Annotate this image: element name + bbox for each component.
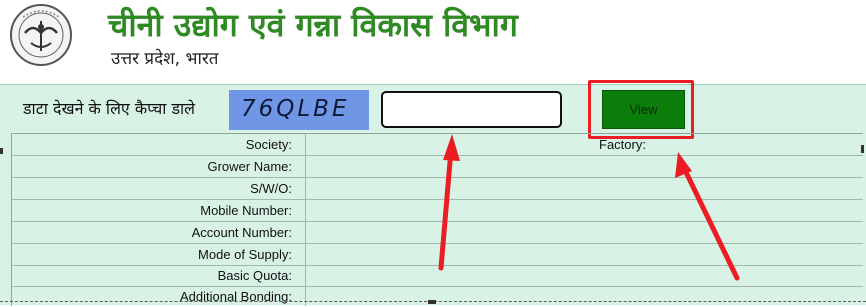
table-row: Basic Quota:: [12, 265, 863, 287]
row-label: Mode of Supply:: [198, 247, 292, 262]
captcha-input[interactable]: [381, 91, 562, 128]
table-row: Account Number:: [12, 222, 863, 244]
row-label: Mobile Number:: [200, 203, 292, 218]
resize-handle[interactable]: [0, 148, 3, 154]
captcha-label: डाटा देखने के लिए कैप्चा डाले: [23, 99, 196, 118]
table-row: S/W/O:: [12, 178, 863, 200]
row-label: Account Number:: [191, 225, 292, 240]
row-label: Grower Name:: [207, 159, 292, 174]
table-row: Additional Bonding:: [12, 286, 863, 307]
grower-details-table: Factory: Society: Grower Name: S/W/O: Mo…: [11, 133, 863, 306]
captcha-code-text: 76QLBE: [241, 96, 350, 122]
row-label: S/W/O:: [250, 181, 292, 196]
divider: [0, 84, 866, 85]
page-header: चीनी उद्योग एवं गन्ना विकास विभाग उत्तर …: [0, 0, 866, 84]
resize-handle[interactable]: [428, 300, 436, 304]
resize-handle[interactable]: [861, 145, 864, 153]
row-label: Basic Quota:: [217, 268, 292, 283]
table-row: Mobile Number:: [12, 200, 863, 222]
table-row: Grower Name:: [12, 156, 863, 178]
row-label: Additional Bonding:: [179, 289, 292, 304]
table-row: Society:: [12, 134, 863, 156]
table-row: Mode of Supply:: [12, 244, 863, 266]
row-label: Society:: [245, 137, 292, 152]
up-state-emblem-icon: [10, 4, 72, 66]
department-subtitle: उत्तर प्रदेश, भारत: [111, 49, 219, 69]
captcha-code: 76QLBE: [241, 96, 350, 122]
department-title: चीनी उद्योग एवं गन्ना विकास विभाग: [108, 6, 518, 44]
highlight-box: [588, 80, 694, 139]
